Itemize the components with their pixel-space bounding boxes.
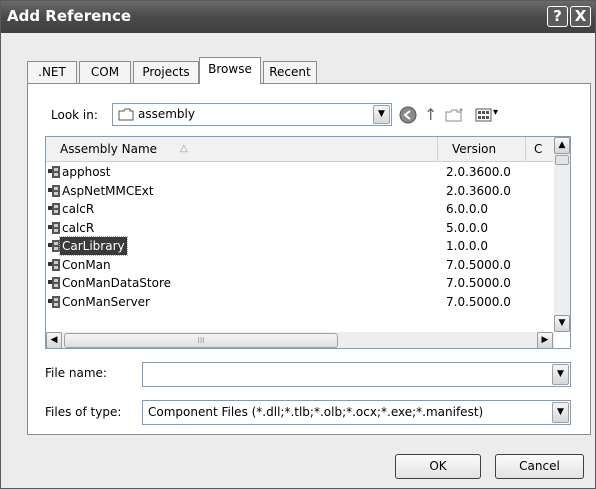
help-icon: ? (553, 7, 562, 25)
lookin-value: assembly (138, 107, 195, 121)
table-row[interactable]: ConMan 7.0.5000.0 (46, 256, 554, 274)
ok-button-label: OK (429, 459, 447, 473)
up-folder-icon[interactable]: ↑ (424, 105, 437, 124)
chevron-down-icon[interactable]: ▼ (373, 105, 390, 124)
filename-combo[interactable]: ▼ (142, 362, 571, 387)
sort-ascending-icon: △ (180, 143, 188, 154)
assembly-icon (48, 295, 60, 308)
assembly-version: 5.0.0.0 (446, 220, 488, 235)
column-c-label: C (534, 142, 543, 156)
assembly-icon (48, 240, 60, 252)
column-version-label: Version (452, 142, 497, 156)
lookin-combo[interactable]: assembly ▼ (112, 103, 392, 126)
assembly-name: calcR (62, 220, 95, 235)
title-bar: Add Reference ? X (1, 1, 595, 33)
assembly-version: 6.0.0.0 (446, 202, 488, 216)
assembly-version: 7.0.5000.0 (446, 294, 511, 309)
tab-com[interactable]: COM (79, 61, 131, 83)
assembly-name: ConMan (62, 257, 111, 272)
window-title: Add Reference (7, 7, 132, 25)
column-c[interactable]: C (526, 137, 554, 161)
tab-projects[interactable]: Projects (133, 61, 199, 83)
scroll-up-icon[interactable]: ▲ (554, 137, 570, 154)
assembly-version: 2.0.3600.0 (446, 165, 511, 179)
horizontal-scroll-thumb[interactable]: III (64, 333, 338, 348)
table-row[interactable]: ConManServer 7.0.5000.0 (46, 293, 554, 311)
tab-net-label: .NET (38, 65, 66, 79)
table-row[interactable]: AspNetMMCExt 2.0.3600.0 (46, 182, 554, 200)
view-menu-icon[interactable] (475, 107, 493, 123)
tab-projects-label: Projects (142, 65, 190, 79)
assembly-name: AspNetMMCExt (62, 183, 154, 198)
assembly-version: 7.0.5000.0 (446, 276, 511, 290)
tab-browse[interactable]: Browse (199, 57, 261, 84)
table-row[interactable]: calcR 5.0.0.0 (46, 219, 554, 237)
add-reference-dialog: Add Reference ? X .NET COM Projects Brow… (0, 0, 596, 489)
vertical-scroll-thumb[interactable] (555, 155, 569, 165)
tab-recent-label: Recent (269, 65, 311, 79)
tab-com-label: COM (90, 65, 120, 79)
column-version[interactable]: Version (438, 137, 526, 161)
scroll-left-icon[interactable]: ◀ (46, 332, 62, 348)
scroll-right-icon[interactable]: ▶ (537, 332, 553, 348)
table-row[interactable]: ConManDataStore 7.0.5000.0 (46, 274, 554, 292)
assembly-name: calcR (62, 202, 95, 216)
table-row[interactable]: CarLibrary 1.0.0.0 (46, 236, 554, 256)
assembly-icon (48, 221, 60, 234)
assembly-icon (48, 258, 60, 271)
view-dropdown-arrow[interactable]: ▾ (493, 107, 498, 118)
assembly-icon (48, 184, 60, 197)
assembly-icon (48, 203, 60, 215)
scroll-down-icon[interactable]: ▼ (554, 315, 570, 332)
tab-recent[interactable]: Recent (263, 61, 317, 83)
horizontal-scrollbar[interactable]: ◀ III ▶ (46, 332, 554, 348)
back-icon[interactable] (399, 106, 417, 124)
new-folder-icon[interactable] (445, 107, 465, 123)
table-row[interactable]: calcR 6.0.0.0 (46, 200, 554, 218)
assembly-name: ConManDataStore (62, 276, 172, 290)
assembly-version: 2.0.3600.0 (446, 183, 511, 198)
filetype-value: Component Files (*.dll;*.tlb;*.olb;*.ocx… (148, 405, 484, 419)
filename-dropdown-icon[interactable]: ▼ (552, 364, 569, 385)
table-row[interactable]: apphost 2.0.3600.0 (46, 163, 554, 181)
column-assembly-name[interactable]: Assembly Name △ (46, 137, 438, 161)
column-assembly-name-label: Assembly Name (60, 142, 158, 156)
lookin-label: Look in: (51, 108, 98, 122)
cancel-button-label: Cancel (519, 459, 560, 473)
assembly-icon (48, 277, 60, 289)
vertical-scrollbar[interactable]: ▲ ▼ (554, 137, 570, 332)
filename-label: File name: (45, 366, 107, 380)
tab-net[interactable]: .NET (27, 61, 77, 83)
assembly-list[interactable]: Assembly Name △ Version C apphost 2.0.360… (45, 136, 571, 349)
assembly-name: CarLibrary (59, 236, 128, 256)
close-icon: X (574, 7, 587, 25)
assembly-icon (48, 166, 60, 178)
cancel-button[interactable]: Cancel (495, 454, 584, 479)
help-button[interactable]: ? (547, 6, 568, 27)
assembly-version: 1.0.0.0 (446, 239, 488, 253)
list-header: Assembly Name △ Version C (46, 137, 554, 162)
close-button[interactable]: X (570, 6, 591, 27)
tab-browse-label: Browse (208, 62, 252, 76)
assembly-version: 7.0.5000.0 (446, 257, 511, 272)
assembly-name: apphost (62, 165, 111, 179)
ok-button[interactable]: OK (395, 454, 481, 479)
filetype-dropdown-icon[interactable]: ▼ (552, 402, 569, 423)
assembly-name: ConManServer (62, 294, 150, 309)
filetype-combo[interactable]: Component Files (*.dll;*.tlb;*.olb;*.ocx… (142, 400, 571, 425)
filetype-label: Files of type: (45, 405, 122, 419)
folder-icon (118, 108, 134, 121)
